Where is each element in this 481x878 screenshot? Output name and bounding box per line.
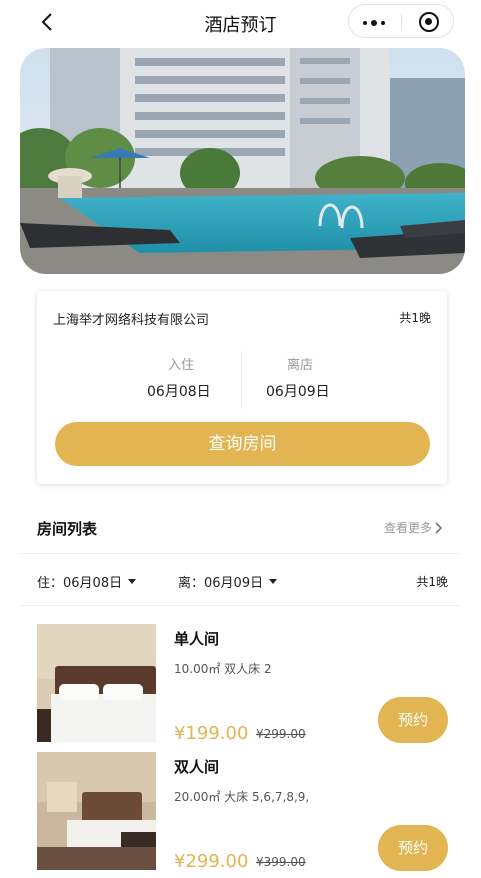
- chevron-right-icon: [435, 521, 443, 534]
- filter-nights: 共1晚: [416, 575, 448, 589]
- divider: [20, 553, 461, 554]
- hotel-pool-illustration: [20, 48, 465, 274]
- hotel-hero-image: [20, 48, 465, 274]
- checkout-label: 离店: [287, 358, 314, 373]
- book-button[interactable]: 预约: [378, 697, 448, 743]
- room-image[interactable]: [37, 752, 156, 870]
- room-original-price: ¥399.00: [256, 855, 306, 869]
- see-more-label: 查看更多: [383, 521, 432, 535]
- single-room-photo: [37, 624, 156, 742]
- filter-checkin[interactable]: 住：06月08日: [37, 572, 137, 591]
- capsule-divider: [401, 13, 402, 31]
- checkin-label: 入住: [168, 358, 195, 373]
- room-image[interactable]: [37, 624, 156, 742]
- filter-checkout[interactable]: 离：06月09日: [178, 572, 278, 591]
- date-divider: [241, 351, 242, 409]
- double-room-photo: [37, 752, 156, 870]
- filter-checkout-label: 离：06月09日: [178, 576, 264, 591]
- caret-down-icon: [128, 579, 137, 584]
- room-name: 单人间: [174, 630, 220, 648]
- filter-checkin-label: 住：06月08日: [37, 576, 123, 591]
- room-price: ¥199.00: [174, 723, 249, 744]
- divider: [20, 605, 461, 606]
- more-dots-icon[interactable]: [363, 20, 385, 26]
- see-more-link[interactable]: 查看更多: [384, 519, 444, 536]
- booking-card: 上海举才网络科技有限公司 共1晚 入住 离店 06月08日 06月09日 查询房…: [37, 291, 447, 484]
- checkin-date[interactable]: 06月08日: [147, 381, 211, 401]
- room-spec: 20.00㎡ 大床 5,6,7,8,9,: [174, 790, 310, 804]
- checkout-date[interactable]: 06月09日: [266, 381, 330, 401]
- nights-count: 共1晚: [399, 311, 431, 325]
- room-original-price: ¥299.00: [256, 727, 306, 741]
- room-list-title: 房间列表: [37, 520, 98, 538]
- room-name: 双人间: [174, 758, 220, 776]
- room-price: ¥299.00: [174, 851, 249, 872]
- nav-bar: 酒店预订: [0, 0, 481, 46]
- room-spec: 10.00㎡ 双人床 2: [174, 662, 272, 676]
- book-button[interactable]: 预约: [378, 825, 448, 871]
- caret-down-icon: [269, 579, 278, 584]
- query-rooms-button[interactable]: 查询房间: [55, 422, 430, 466]
- hotel-company-name: 上海举才网络科技有限公司: [53, 313, 210, 328]
- target-icon[interactable]: [419, 12, 439, 32]
- mini-program-capsule: [348, 4, 454, 38]
